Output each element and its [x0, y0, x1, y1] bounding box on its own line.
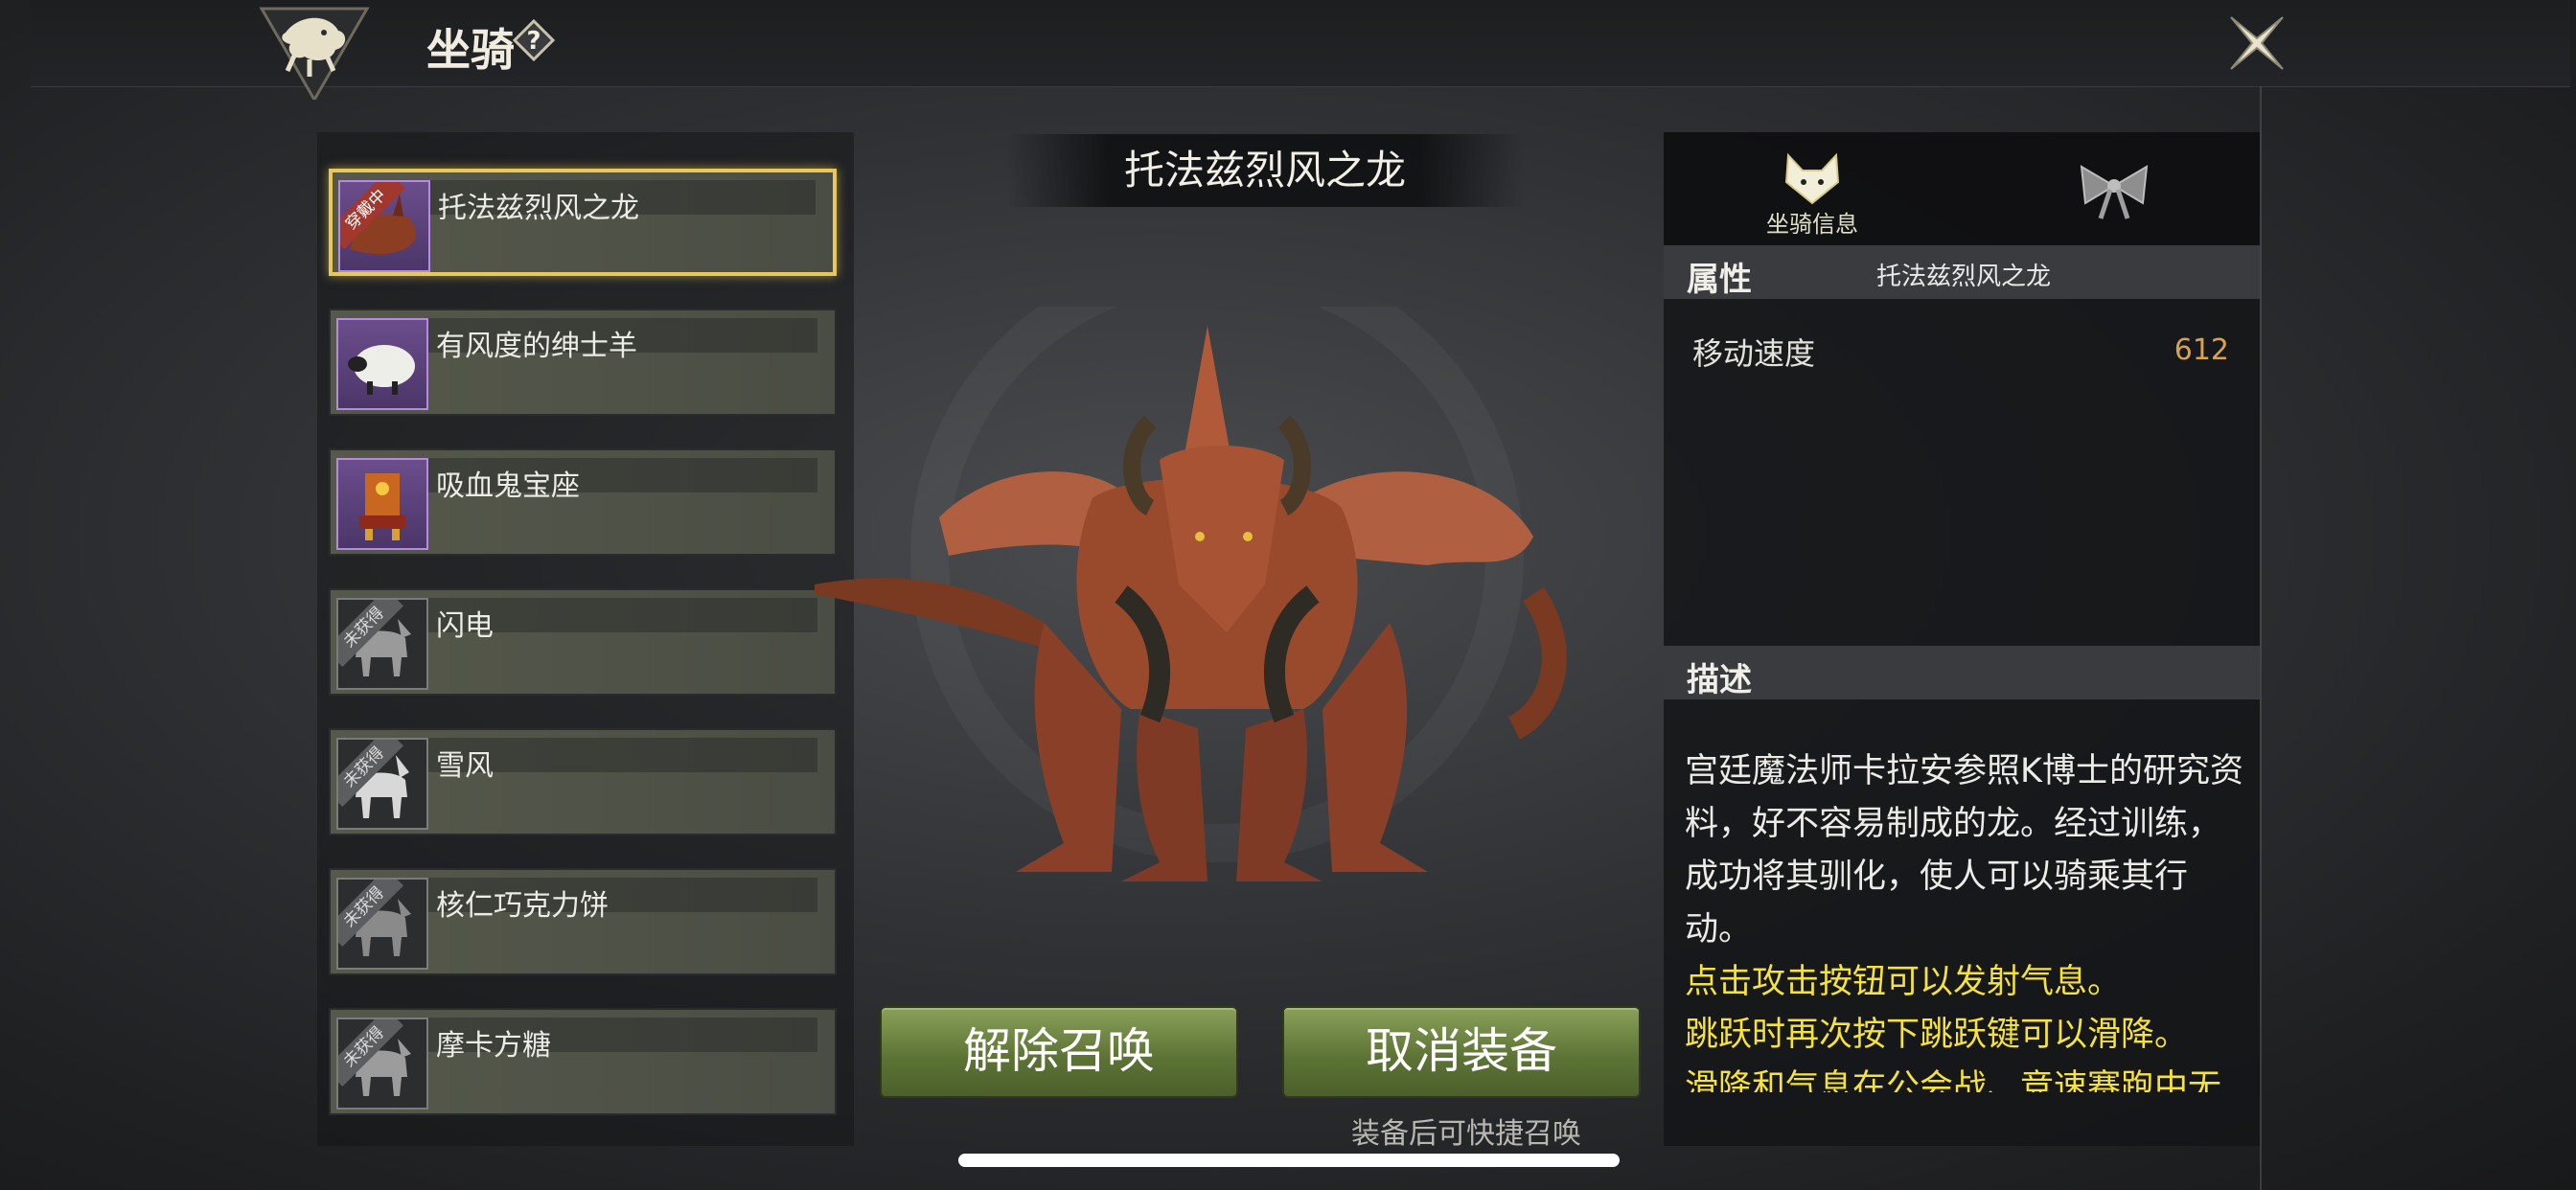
description-tip-breath: 点击攻击按钮可以发射气息。 — [1685, 963, 2122, 1001]
mount-thumbnail — [336, 458, 428, 550]
description-heading: 描述 — [1687, 661, 1752, 699]
bow-icon — [2080, 165, 2149, 219]
mount-thumbnail — [336, 318, 428, 410]
mount-name: 核仁巧克力饼 — [436, 889, 609, 923]
mount-thumbnail: 穿戴中 — [338, 180, 430, 272]
dragon-mount-model[interactable] — [805, 249, 1629, 939]
svg-text:?: ? — [526, 27, 540, 56]
list-item-mount-1[interactable]: 穿戴中 托法兹烈风之龙 — [329, 169, 837, 276]
list-item-mount-3[interactable]: 吸血鬼宝座 — [329, 448, 837, 556]
tab-mount-info-label: 坐骑信息 — [1766, 211, 1858, 238]
close-x-icon[interactable] — [2225, 11, 2288, 75]
list-item-mount-6[interactable]: 未获得 核仁巧克力饼 — [329, 868, 837, 975]
list-item-mount-4[interactable]: 未获得 闪电 — [329, 588, 837, 696]
mount-name: 吸血鬼宝座 — [436, 469, 580, 503]
stat-value-move-speed: 612 — [2174, 333, 2229, 367]
summon-hint: 装备后可快捷召唤 — [1351, 1117, 1581, 1151]
mount-name: 雪风 — [436, 749, 494, 783]
attributes-heading: 属性 — [1687, 261, 1752, 299]
mount-name: 闪电 — [436, 609, 494, 643]
top-bar — [31, 0, 2570, 87]
mount-thumbnail: 未获得 — [336, 738, 428, 830]
info-tabs: 坐骑信息 — [1664, 132, 2260, 245]
page-title: 坐骑 — [426, 24, 515, 76]
unequip-button[interactable]: 取消装备 — [1282, 1006, 1641, 1098]
dragon-emblem-icon — [257, 4, 372, 103]
mount-name: 摩卡方糖 — [436, 1029, 551, 1063]
stat-label-move-speed: 移动速度 — [1692, 335, 1816, 372]
mount-thumbnail: 未获得 — [336, 878, 428, 970]
description-header: 描述 — [1664, 646, 2260, 699]
mount-list-panel: 穿戴中 托法兹烈风之龙 有风度的绅士羊 吸血鬼宝座 未获得 闪电 未获得 雪风 — [317, 132, 854, 1146]
mount-thumbnail: 未获得 — [336, 1018, 428, 1110]
list-item-mount-2[interactable]: 有风度的绅士羊 — [329, 309, 837, 416]
mount-thumbnail: 未获得 — [336, 598, 428, 690]
list-item-mount-5[interactable]: 未获得 雪风 — [329, 728, 837, 835]
unsummon-button[interactable]: 解除召唤 — [880, 1006, 1238, 1098]
question-diamond-icon[interactable]: ? — [512, 18, 556, 62]
description-body: 宫廷魔法师卡拉安参照K博士的研究资料，好不容易制成的龙。经过训练，成功将其驯化，… — [1685, 752, 2243, 949]
description-tip-glide: 跳跃时再次按下跳跃键可以滑降。 — [1685, 1016, 2189, 1054]
mount-name: 托法兹烈风之龙 — [438, 192, 639, 225]
home-indicator[interactable] — [958, 1154, 1620, 1167]
panel-divider — [2260, 86, 2262, 1190]
mount-info-panel: 坐骑信息 属性 托法兹烈风之龙 移动速度 612 描述 宫廷魔法师卡拉安参照K博… — [1664, 132, 2260, 1146]
mount-preview-title: 托法兹烈风之龙 — [1006, 134, 1524, 207]
attributes-mount-name: 托法兹烈风之龙 — [1876, 263, 2052, 291]
tab-appearance[interactable] — [2076, 157, 2152, 224]
attributes-header: 属性 托法兹烈风之龙 — [1664, 245, 2260, 299]
mount-name: 有风度的绅士羊 — [436, 330, 637, 363]
tab-mount-info[interactable]: 坐骑信息 — [1750, 149, 1874, 238]
fox-head-icon — [1784, 152, 1840, 205]
description-tip-restriction: 滑降和气息在公会战、竞速赛跑中无 — [1685, 1068, 2222, 1092]
list-item-mount-7[interactable]: 未获得 摩卡方糖 — [329, 1008, 837, 1115]
description-text: 宫廷魔法师卡拉安参照K博士的研究资料，好不容易制成的龙。经过训练，成功将其驯化，… — [1685, 745, 2250, 1092]
